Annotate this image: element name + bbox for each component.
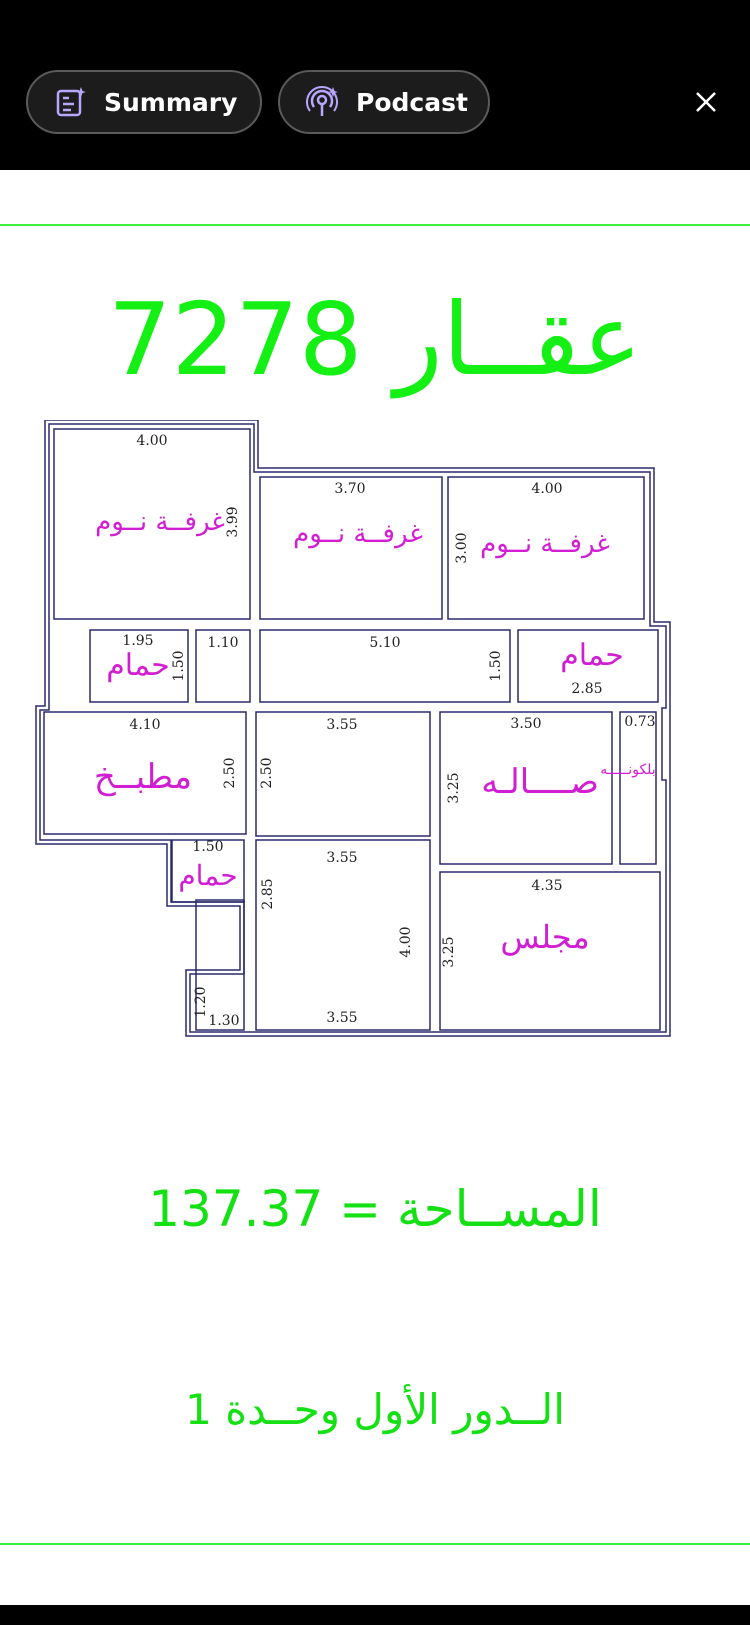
dimension-label: 4.00 (531, 481, 562, 497)
room-label-bathroom: حمام (106, 648, 170, 683)
dimension-label: 4.00 (398, 926, 414, 957)
dimension-label: 3.70 (334, 481, 365, 497)
top-toolbar: Summary Podcast (0, 0, 750, 170)
dimension-label: 3.55 (326, 850, 357, 866)
podcast-button[interactable]: Podcast (278, 70, 490, 134)
dimension-label: 1.30 (208, 1013, 239, 1029)
dimension-label: 1.95 (122, 633, 153, 649)
room-label-kitchen: مطبــخ (94, 757, 192, 797)
area-text: المســاحة = 137.37 (148, 1180, 602, 1238)
dimension-label: 3.25 (441, 936, 457, 967)
document-page: عقــار 7278 غرفــة نــوم غرفــة نــوم غر… (0, 170, 750, 1605)
dimension-label: 4.35 (531, 878, 562, 894)
dimension-label: 5.10 (369, 635, 400, 651)
dimension-label: 2.50 (259, 757, 275, 788)
dimension-label: 3.00 (454, 532, 470, 563)
floor-unit-text: الــدور الأول وحــدة 1 (185, 1385, 565, 1434)
dimension-label: 3.50 (510, 716, 541, 732)
room-label-bathroom: حمام (178, 859, 237, 892)
close-icon[interactable] (688, 84, 724, 120)
property-title: عقــار 7278 (108, 281, 642, 398)
dimension-label: 1.50 (488, 650, 504, 681)
room-label-bedroom: غرفــة نــوم (95, 507, 225, 537)
room-label-hall: صــــالـه (481, 762, 599, 802)
dimension-label: 3.55 (326, 717, 357, 733)
dimension-label: 3.99 (225, 506, 241, 537)
dimension-label: 4.10 (129, 717, 160, 733)
dimension-label: 0.73 (624, 714, 655, 730)
room-labels: غرفــة نــوم غرفــة نــوم غرفــة نــوم ح… (94, 507, 656, 956)
dimension-label: 2.85 (571, 681, 602, 697)
room-label-bathroom: حمام (560, 638, 624, 673)
dimension-label: 1.50 (192, 839, 223, 855)
dimension-label: 1.10 (207, 635, 238, 651)
top-divider (0, 224, 750, 226)
dimension-label: 2.50 (222, 757, 238, 788)
dimension-label: 1.20 (193, 986, 209, 1017)
room-label-balcony: بلكونـــــه (600, 762, 655, 778)
dimension-label: 4.00 (136, 433, 167, 449)
summary-button[interactable]: Summary (26, 70, 262, 134)
dimension-label: 1.50 (171, 650, 187, 681)
podcast-icon (306, 86, 338, 116)
room-label-bedroom: غرفــة نــوم (480, 529, 610, 559)
dimension-label: 3.25 (446, 772, 462, 803)
podcast-label: Podcast (356, 87, 468, 117)
bottom-strip (0, 1605, 750, 1625)
bottom-divider (0, 1543, 750, 1545)
room-label-bedroom: غرفــة نــوم (293, 519, 423, 549)
floor-plan: غرفــة نــوم غرفــة نــوم غرفــة نــوم ح… (35, 420, 671, 1037)
summary-label: Summary (104, 87, 238, 117)
summary-icon (56, 87, 86, 117)
dimension-label: 3.55 (326, 1010, 357, 1026)
room-label-majlis: مجلس (500, 918, 589, 956)
dimension-label: 2.85 (260, 878, 276, 909)
